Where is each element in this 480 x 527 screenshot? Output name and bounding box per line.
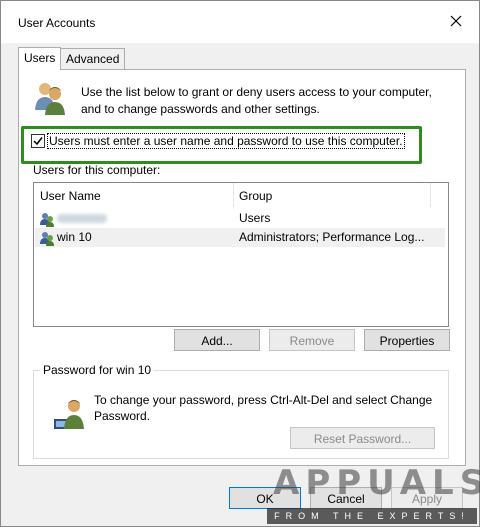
password-group-box: Password for win 10 To change your passw… — [33, 363, 449, 459]
column-header-user-name[interactable]: User Name — [40, 189, 101, 203]
users-list-label: Users for this computer: — [33, 163, 161, 177]
watermark-logo-text: APPUALS — [273, 463, 480, 503]
require-login-label[interactable]: Users must enter a user name and passwor… — [47, 133, 405, 149]
column-divider[interactable] — [233, 183, 234, 207]
column-divider[interactable] — [430, 183, 431, 207]
checkmark-icon — [33, 137, 43, 146]
properties-button[interactable]: Properties — [364, 329, 450, 351]
password-user-icon — [54, 400, 84, 429]
table-row[interactable]: win 10 Administrators; Performance Log..… — [35, 228, 445, 247]
users-list[interactable]: User Name Group Users win 10 Administrat… — [33, 182, 449, 327]
column-header-group[interactable]: Group — [239, 189, 272, 203]
user-icon — [40, 232, 54, 246]
remove-button[interactable]: Remove — [269, 329, 355, 351]
users-group-icon — [35, 83, 65, 115]
title-bar: User Accounts — [1, 1, 479, 43]
user-icon — [40, 213, 54, 227]
appuals-watermark: APPUALS FROM THE EXPERTS! — [265, 453, 480, 526]
row-user-name: win 10 — [57, 230, 92, 244]
list-header: User Name Group — [34, 183, 448, 207]
password-instructions: To change your password, press Ctrl-Alt-… — [94, 393, 433, 423]
watermark-tagline: FROM THE EXPERTS! — [267, 508, 477, 524]
close-button[interactable] — [445, 10, 467, 32]
users-tab-panel: Use the list below to grant or deny user… — [18, 69, 466, 466]
row-group: Administrators; Performance Log... — [239, 230, 425, 244]
close-icon — [450, 15, 462, 27]
table-row[interactable]: Users — [35, 209, 445, 228]
instructions-text: Use the list below to grant or deny user… — [81, 85, 432, 116]
row-group: Users — [239, 211, 271, 225]
user-name-obscured — [57, 214, 107, 223]
add-button[interactable]: Add... — [174, 329, 260, 351]
password-group-title: Password for win 10 — [40, 363, 155, 377]
require-login-checkbox[interactable] — [31, 134, 45, 148]
window-title: User Accounts — [18, 16, 96, 30]
reset-password-button[interactable]: Reset Password... — [290, 427, 435, 449]
tab-advanced[interactable]: Advanced — [60, 48, 126, 69]
user-accounts-dialog: User Accounts Users Advanced Use the lis… — [0, 0, 480, 527]
tab-users[interactable]: Users — [18, 47, 62, 70]
